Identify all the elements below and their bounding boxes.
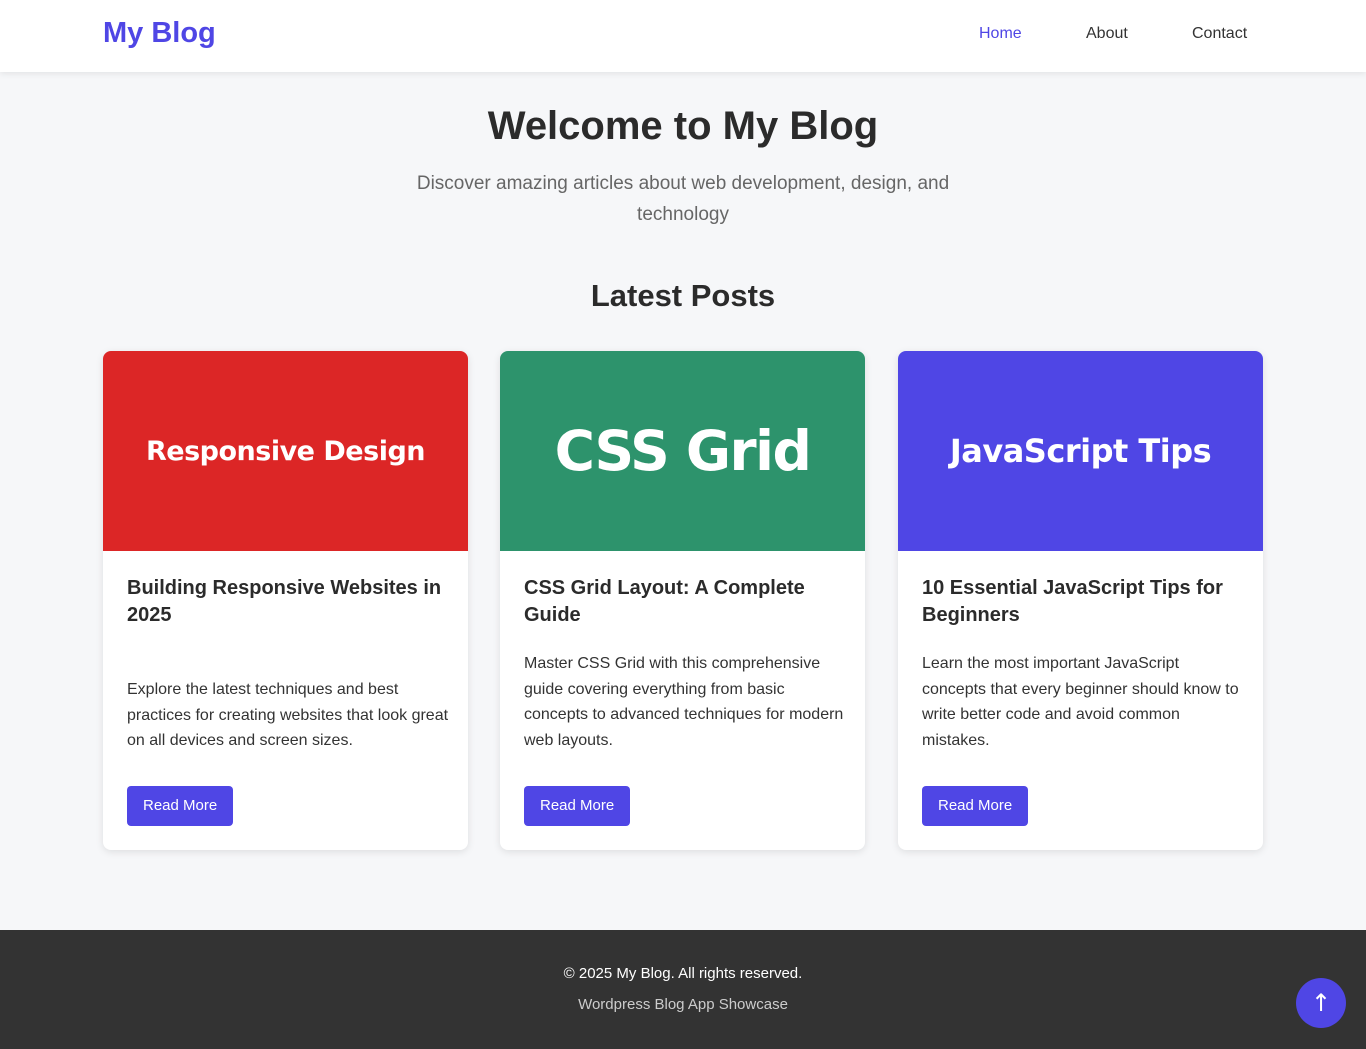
post-card-image[interactable]: JavaScript Tips <box>898 351 1263 551</box>
hero-title: Welcome to My Blog <box>487 104 879 148</box>
latest-posts-heading: Latest Posts <box>590 278 776 313</box>
hero-subtitle: Discover amazing articles about web deve… <box>416 173 950 225</box>
post-card: Responsive Design Building Responsive We… <box>103 351 468 850</box>
post-card-title[interactable]: Building Responsive Websites in 2025 <box>127 575 445 629</box>
nav-link-about[interactable]: About <box>1086 25 1128 43</box>
arrow-up-icon: ↑ <box>1310 989 1332 1017</box>
site-logo[interactable]: My Blog <box>103 17 216 50</box>
post-card-excerpt: Learn the most important JavaScript conc… <box>922 655 1239 749</box>
site-footer: © 2025 My Blog. All rights reserved. Wor… <box>0 930 1366 1049</box>
back-to-top-button[interactable]: ↑ <box>1296 978 1346 1028</box>
footer-copyright: © 2025 My Blog. All rights reserved. <box>563 965 803 982</box>
post-card: JavaScript Tips 10 Essential JavaScript … <box>898 351 1263 850</box>
post-card-title[interactable]: CSS Grid Layout: A Complete Guide <box>524 575 842 629</box>
post-card-excerpt: Explore the latest techniques and best p… <box>127 681 449 749</box>
footer-tagline: Wordpress Blog App Showcase <box>578 996 788 1013</box>
post-card-image[interactable]: CSS Grid <box>500 351 865 551</box>
site-header: My Blog Home About Contact <box>0 0 1366 72</box>
nav-link-contact[interactable]: Contact <box>1192 25 1247 43</box>
post-card-title[interactable]: 10 Essential JavaScript Tips for Beginne… <box>922 575 1240 629</box>
read-more-button[interactable]: Read More <box>127 786 234 826</box>
post-card: CSS Grid CSS Grid Layout: A Complete Gui… <box>500 351 865 850</box>
post-card-image[interactable]: Responsive Design <box>103 351 468 551</box>
read-more-button[interactable]: Read More <box>524 786 631 826</box>
nav-link-home[interactable]: Home <box>979 25 1022 43</box>
read-more-button[interactable]: Read More <box>922 786 1029 826</box>
post-card-excerpt: Master CSS Grid with this comprehensive … <box>524 655 844 749</box>
